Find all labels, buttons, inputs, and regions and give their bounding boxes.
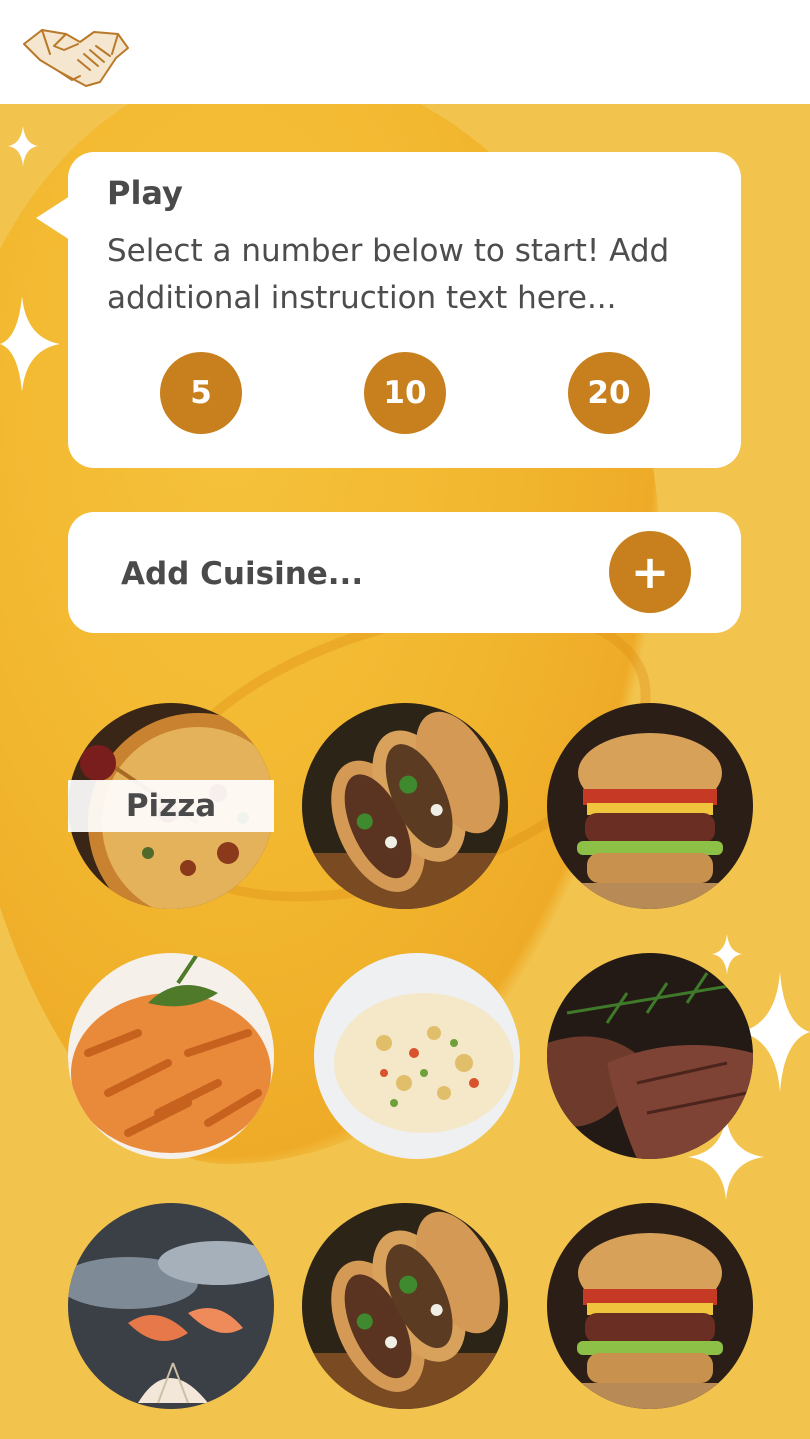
sparkle-icon: [712, 934, 742, 974]
seafood-image: [68, 1203, 274, 1409]
pasta-image: [68, 953, 274, 1159]
add-cuisine-bar[interactable]: Add Cuisine... +: [68, 512, 741, 633]
pizza-label: Pizza: [68, 780, 274, 832]
burger-image: [547, 1203, 753, 1409]
cuisine-tacos[interactable]: [302, 1203, 508, 1409]
tacos-image: [302, 703, 508, 909]
number-button-5[interactable]: 5: [160, 352, 242, 434]
play-card: Play Select a number below to start! Add…: [68, 152, 741, 468]
cuisine-seafood[interactable]: [68, 1203, 274, 1409]
burger-image: [547, 703, 753, 909]
plus-icon: +: [630, 545, 670, 599]
number-button-10[interactable]: 10: [364, 352, 446, 434]
sparkle-icon: [8, 126, 38, 166]
fried-rice-image: [314, 953, 520, 1159]
sparkle-icon: [0, 296, 60, 392]
cuisine-burger[interactable]: [547, 703, 753, 909]
cuisine-steak[interactable]: [547, 953, 753, 1159]
tacos-image: [302, 1203, 508, 1409]
cuisine-pasta[interactable]: [68, 953, 274, 1159]
handshake-icon[interactable]: [20, 24, 132, 90]
add-cuisine-button[interactable]: +: [609, 531, 691, 613]
number-button-20[interactable]: 20: [568, 352, 650, 434]
speech-bubble-tail: [36, 196, 70, 240]
cuisine-burger[interactable]: [547, 1203, 753, 1409]
play-title: Play: [107, 174, 183, 212]
add-cuisine-label: Add Cuisine...: [121, 556, 364, 592]
cuisine-fried-rice[interactable]: [314, 953, 520, 1159]
top-header: [0, 0, 810, 104]
play-instruction: Select a number below to start! Add addi…: [107, 233, 670, 316]
cuisine-tacos[interactable]: [302, 703, 508, 909]
steak-image: [547, 953, 753, 1159]
